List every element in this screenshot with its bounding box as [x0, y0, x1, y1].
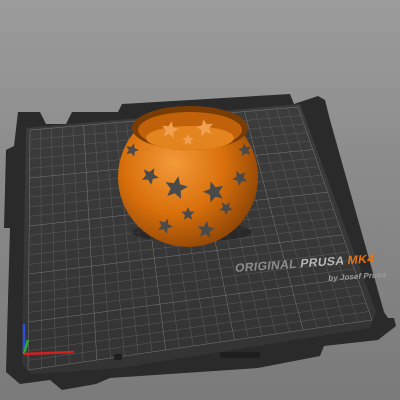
x-axis-icon: [23, 350, 75, 356]
3d-viewport[interactable]: ORIGINAL PRUSA MK4 by Josef Prusa: [0, 0, 400, 400]
star-sphere-object[interactable]: [118, 106, 258, 247]
xyz-axes-gizmo-icon: [22, 324, 75, 356]
brand-model-text: MK4: [346, 251, 376, 268]
